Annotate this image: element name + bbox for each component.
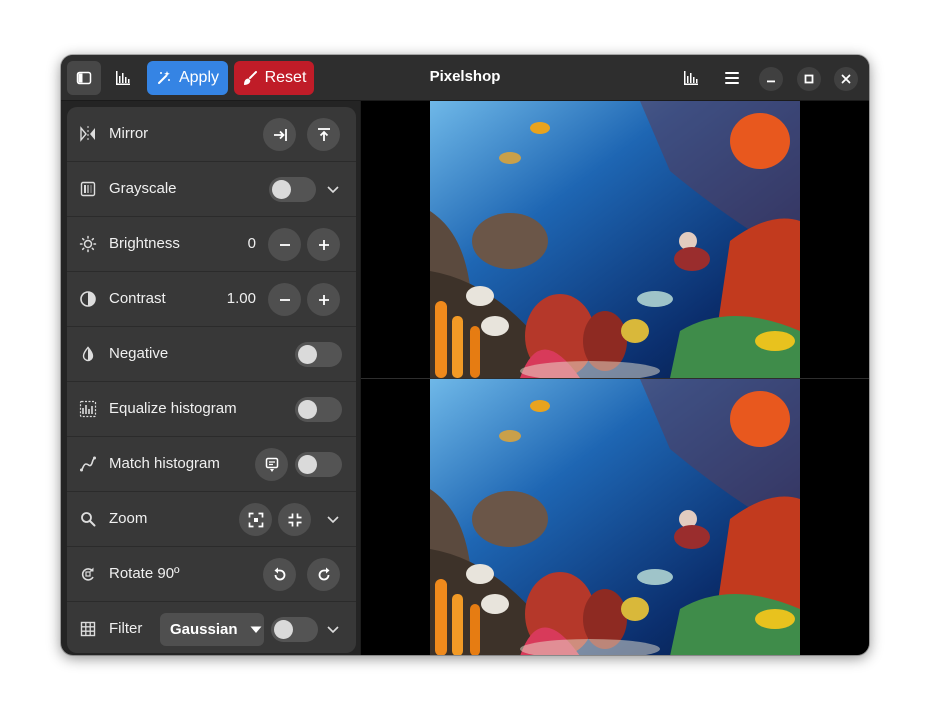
shrink-icon [288, 513, 301, 526]
expand-icon [248, 512, 263, 527]
choose-reference-image-button[interactable] [255, 448, 288, 481]
close-icon [841, 74, 851, 84]
grayscale-label: Grayscale [109, 180, 177, 197]
equalize-icon [79, 400, 97, 418]
original-image [430, 101, 800, 378]
negative-icon [79, 345, 97, 363]
rotate-label: Rotate 90º [109, 565, 180, 582]
rotate-counterclockwise-icon [274, 567, 285, 580]
mirror-row: Mirror [67, 107, 356, 162]
filter-selected-value: Gaussian [170, 621, 238, 638]
negative-row: Negative [67, 327, 356, 382]
mirror-vertical-button[interactable] [307, 118, 340, 151]
filter-label: Filter [109, 620, 143, 637]
close-button[interactable] [834, 67, 858, 91]
grid-icon [79, 620, 97, 638]
grayscale-expander[interactable] [323, 179, 343, 199]
minus-icon [279, 243, 290, 246]
apply-button[interactable]: Apply [147, 61, 228, 95]
minimize-button[interactable] [759, 67, 783, 91]
negative-switch[interactable] [295, 342, 342, 367]
contrast-icon [79, 290, 97, 308]
grayscale-icon [79, 180, 97, 198]
zoom-expander[interactable] [323, 509, 343, 529]
chevron-down-icon [327, 626, 339, 634]
rotate-clockwise-icon [318, 567, 329, 580]
brightness-value: 0 [247, 235, 256, 252]
plus-icon [318, 239, 329, 250]
reset-label: Reset [264, 69, 307, 86]
main-menu-button[interactable] [715, 61, 749, 95]
zoom-fit-button[interactable] [239, 503, 272, 536]
rotate-row: Rotate 90º [67, 547, 356, 602]
magnifier-icon [79, 510, 97, 528]
grayscale-row: Grayscale [67, 162, 356, 217]
filter-type-dropdown[interactable]: Gaussian [160, 613, 264, 646]
plus-icon [318, 294, 329, 305]
match-histogram-row: Match histogram [67, 437, 356, 492]
sidebar-toggle-button[interactable] [67, 61, 101, 95]
image-viewer [361, 101, 869, 655]
hamburger-menu-icon [725, 72, 739, 84]
tools-sidebar: Mirror Grayscale Brightness 0 Contrast 1… [67, 107, 356, 653]
filter-expander[interactable] [323, 619, 343, 639]
app-window: Apply Reset Pixelshop Mirror Grayscale B… [61, 55, 869, 655]
grayscale-switch[interactable] [269, 177, 316, 202]
filter-row: Filter Gaussian [67, 602, 356, 653]
histogram-icon [116, 71, 130, 85]
zoom-label: Zoom [109, 510, 148, 527]
chevron-down-icon [327, 186, 339, 194]
equalize-histogram-label: Equalize histogram [109, 400, 237, 417]
rotate-left-button[interactable] [263, 558, 296, 591]
caret-down-icon [250, 626, 262, 633]
brightness-icon [79, 235, 97, 253]
match-histogram-switch[interactable] [295, 452, 342, 477]
contrast-decrease-button[interactable] [268, 283, 301, 316]
brightness-row: Brightness 0 [67, 217, 356, 272]
zoom-original-button[interactable] [278, 503, 311, 536]
magic-wand-icon [157, 71, 170, 84]
sidebar-icon [76, 71, 92, 85]
preview-image [430, 379, 800, 655]
mirror-horizontal-button[interactable] [263, 118, 296, 151]
arrow-to-right-edge-icon [273, 128, 287, 141]
chevron-down-icon [327, 516, 339, 524]
reset-button[interactable]: Reset [234, 61, 314, 95]
match-histogram-icon [79, 455, 97, 473]
arrow-to-top-edge-icon [317, 127, 330, 141]
mirror-label: Mirror [109, 125, 149, 142]
brush-icon [243, 71, 257, 85]
rotate-right-button[interactable] [307, 558, 340, 591]
maximize-button[interactable] [797, 67, 821, 91]
histogram-icon [684, 71, 698, 85]
equalize-histogram-row: Equalize histogram [67, 382, 356, 437]
contrast-increase-button[interactable] [307, 283, 340, 316]
histogram-button[interactable] [106, 61, 140, 95]
brightness-label: Brightness [109, 235, 180, 252]
maximize-icon [804, 74, 814, 84]
contrast-row: Contrast 1.00 [67, 272, 356, 327]
histogram-view-button[interactable] [674, 61, 708, 95]
brightness-increase-button[interactable] [307, 228, 340, 261]
brightness-decrease-button[interactable] [268, 228, 301, 261]
filter-switch[interactable] [271, 617, 318, 642]
minus-icon [279, 298, 290, 301]
zoom-row: Zoom [67, 492, 356, 547]
rotate-icon [79, 565, 97, 583]
negative-label: Negative [109, 345, 169, 362]
contrast-value: 1.00 [226, 290, 256, 307]
contrast-label: Contrast [109, 290, 166, 307]
minimize-icon [767, 80, 775, 83]
header-bar: Apply Reset Pixelshop [61, 55, 869, 101]
match-histogram-label: Match histogram [109, 455, 220, 472]
image-picker-icon [265, 457, 278, 472]
apply-label: Apply [178, 69, 220, 86]
equalize-histogram-switch[interactable] [295, 397, 342, 422]
mirror-icon [79, 125, 97, 143]
